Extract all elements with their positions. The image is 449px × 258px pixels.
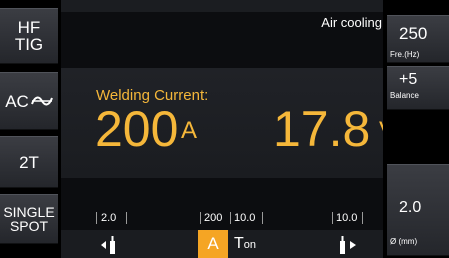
hf-tig-button[interactable]: HF TIG [0,8,58,64]
pre-flow-icon[interactable] [99,234,121,256]
ac-wave-icon [30,96,53,106]
single-spot-line2: SPOT [9,218,49,234]
param-3: 10.0 [234,212,256,224]
ton-t: T [234,235,244,252]
diameter-value: 2.0 [399,199,422,216]
ton-button[interactable]: Ton [234,235,256,253]
param-1: 2.0 [101,212,117,224]
param-4: 10.0 [336,212,358,224]
post-flow-icon[interactable] [336,234,358,256]
frequency-value: 250 [399,24,428,43]
param-tick [126,212,127,224]
param-tick [362,212,363,224]
hf-tig-line1: HF [17,18,41,37]
ac-mode-label: AC [5,91,29,111]
current-a-button[interactable]: A [198,230,228,258]
frequency-button[interactable]: 250 Fre.(Hz) [387,15,449,63]
hf-tig-line2: TIG [14,35,44,54]
balance-label: Balance [390,91,419,100]
param-2: 200 [204,212,223,224]
single-spot-button[interactable]: SINGLE SPOT [0,194,58,244]
trigger-mode-label: 2T [19,152,39,172]
param-tick [96,212,97,224]
param-tick [262,212,263,224]
ton-sub: on [243,239,257,251]
single-spot-line1: SINGLE [3,204,55,220]
balance-button[interactable]: +5 Balance [387,66,449,110]
cooling-status: Air cooling [321,15,382,30]
trigger-mode-button[interactable]: 2T [0,136,58,188]
welding-current-unit: A [181,117,198,144]
diameter-button[interactable]: 2.0 Ø (mm) [387,164,449,256]
param-tick [332,212,333,224]
param-tick [230,212,231,224]
main-top-strip [61,0,383,12]
ac-mode-button[interactable]: AC [0,72,58,130]
param-tick [200,212,201,224]
balance-value: +5 [399,71,418,88]
frequency-label: Fre.(Hz) [390,50,420,59]
diameter-label: Ø (mm) [390,237,418,246]
welding-voltage-value: 17.8 [273,101,371,157]
welding-current-value: 200 [95,101,179,157]
